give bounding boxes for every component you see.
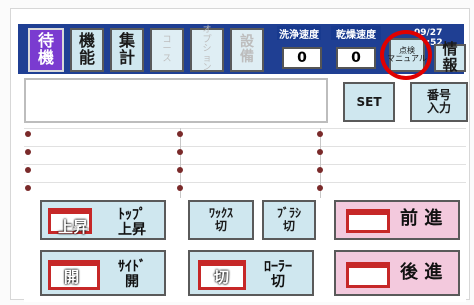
list-bullet	[317, 167, 323, 173]
hmi-screen: 待 機 機 能 集 計 コ ー ス オ プ シ ョ ン 設 備 洗浄速度 0 乾…	[0, 0, 474, 305]
option-button[interactable]: オ プ シ ョ ン	[190, 26, 224, 73]
side-open-button[interactable]: 開 ｻｲﾄﾞ 開	[40, 250, 166, 296]
backward-icon	[346, 262, 390, 288]
function-button[interactable]: 機 能	[70, 28, 104, 72]
message-display	[24, 78, 328, 123]
list-row-divider	[24, 164, 466, 165]
standby-button[interactable]: 待 機	[28, 28, 64, 72]
side-off-icon-label: 切	[214, 268, 230, 286]
list-bullet	[177, 185, 183, 191]
forward-icon	[346, 209, 390, 233]
dry-speed-value: 0	[336, 47, 376, 69]
setting-button[interactable]: 設 備	[230, 28, 264, 72]
highlight-circle	[380, 30, 432, 80]
list-bullet	[25, 131, 31, 137]
list-bullet	[25, 185, 31, 191]
brush-off-button[interactable]: ﾌﾞﾗｼ 切	[262, 200, 316, 240]
set-button[interactable]: SET	[343, 82, 395, 122]
list-bullet	[317, 131, 323, 137]
wash-speed-value: 0	[282, 47, 322, 69]
list-bullet	[25, 167, 31, 173]
backward-button[interactable]: 後 進	[334, 250, 460, 296]
wash-speed-label: 洗浄速度	[277, 26, 321, 41]
course-button[interactable]: コ ー ス	[150, 28, 184, 72]
dry-speed-label: 乾燥速度	[331, 26, 381, 41]
list-bullet	[317, 149, 323, 155]
top-up-button[interactable]: 上昇 ﾄｯﾌﾟ 上昇	[40, 200, 166, 240]
list-bullet	[177, 131, 183, 137]
list-bullet	[177, 149, 183, 155]
list-row-divider	[24, 146, 466, 147]
backward-label: 後 進	[400, 262, 443, 283]
roller-off-label: ﾛｰﾗｰ 切	[264, 259, 292, 290]
forward-button[interactable]: 前 進	[334, 200, 460, 240]
list-row-divider	[24, 182, 466, 183]
top-up-label: ﾄｯﾌﾟ 上昇	[118, 207, 146, 238]
side-open-icon-label: 開	[64, 268, 80, 286]
list-bullet	[25, 149, 31, 155]
side-open-label: ｻｲﾄﾞ 開	[118, 259, 146, 290]
number-input-button[interactable]: 番号 入力	[410, 82, 468, 122]
list-bullet	[317, 185, 323, 191]
up-label: 上昇	[58, 218, 89, 236]
info-button[interactable]: 情報	[434, 41, 466, 73]
wax-off-button[interactable]: ﾜｯｸｽ 切	[188, 200, 254, 240]
list-row-divider	[24, 128, 466, 129]
list-bullet	[177, 167, 183, 173]
forward-label: 前 進	[400, 208, 443, 229]
summary-button[interactable]: 集 計	[110, 28, 144, 72]
roller-off-button[interactable]: 切 ﾛｰﾗｰ 切	[188, 250, 314, 296]
